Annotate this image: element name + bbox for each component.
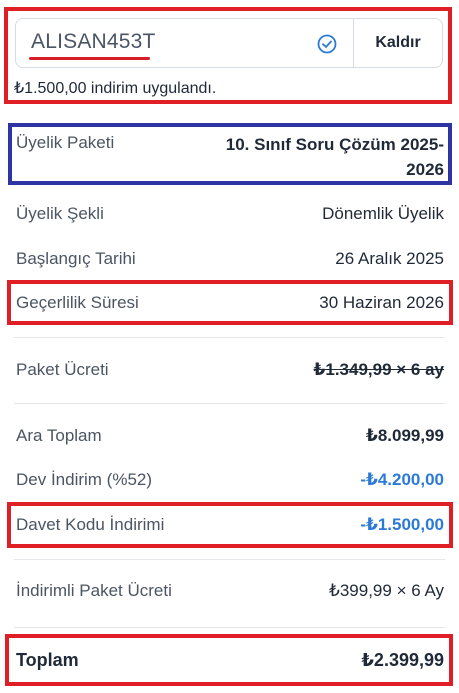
package-value: 10. Sınıf Soru Çözüm 2025-2026 [225,135,444,179]
summary-row-big-discount: Dev İndirim (%52) -₺4.200,00 [16,470,444,490]
summary-row-total: Toplam ₺2.399,99 [16,650,444,671]
summary-row-subtotal: Ara Toplam ₺8.099,99 [16,426,444,446]
total-label: Toplam [16,650,79,670]
summary-row-invite-discount: Davet Kodu İndirimi -₺1.500,00 [16,515,444,535]
total-value: ₺2.399,99 [361,650,444,670]
subtotal-label: Ara Toplam [16,426,102,445]
start-label: Başlangıç Tarihi [16,249,136,268]
coupon-applied-message: ₺1.500,00 indirim uygulandı. [14,80,217,97]
summary-row-start: Başlangıç Tarihi 26 Aralık 2025 [16,249,444,269]
validity-value: 30 Haziran 2026 [319,293,444,312]
divider [14,403,445,404]
type-label: Üyelik Şekli [16,204,104,223]
invite-discount-value: -₺1.500,00 [360,515,444,534]
package-fee-label: Paket Ücreti [16,360,109,379]
package-fee-value: ₺1.349,99 × 6 ay [313,360,444,379]
big-discount-value: -₺4.200,00 [360,470,444,489]
coupon-code-underline [29,57,150,60]
summary-row-package-fee: Paket Ücreti ₺1.349,99 × 6 ay [16,360,444,380]
big-discount-label: Dev İndirim (%52) [16,470,153,489]
check-circle-icon [317,34,337,54]
type-value: Dönemlik Üyelik [322,204,444,223]
discounted-fee-label: İndirimli Paket Ücreti [16,581,172,600]
summary-row-type: Üyelik Şekli Dönemlik Üyelik [16,204,444,224]
validity-label: Geçerlilik Süresi [16,293,139,312]
coupon-code-value[interactable]: ALISAN453T [31,30,156,54]
summary-row-package: Üyelik Paketi 10. Sınıf Soru Çözüm 2025-… [16,133,444,182]
package-label: Üyelik Paketi [16,133,115,152]
divider [14,627,445,628]
divider [14,559,445,560]
divider [14,337,445,338]
summary-row-discounted-fee: İndirimli Paket Ücreti ₺399,99 × 6 Ay [16,581,444,601]
remove-coupon-button[interactable]: Kaldır [354,19,442,67]
start-value: 26 Aralık 2025 [335,249,444,268]
discounted-fee-value: ₺399,99 × 6 Ay [329,581,444,600]
summary-row-validity: Geçerlilik Süresi 30 Haziran 2026 [16,293,444,313]
subtotal-value: ₺8.099,99 [365,426,444,445]
invite-discount-label: Davet Kodu İndirimi [16,515,165,534]
